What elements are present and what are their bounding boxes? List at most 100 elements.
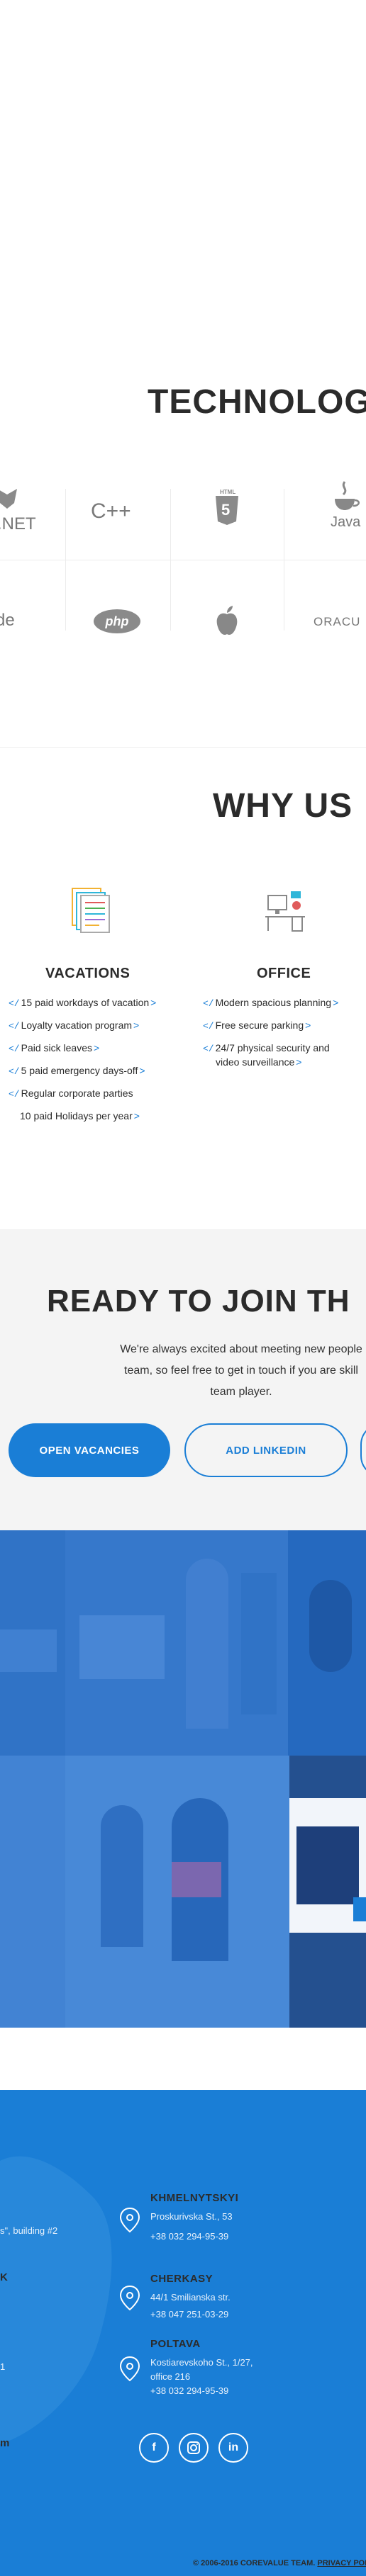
- list-item: </Modern spacious planning >: [203, 992, 338, 1015]
- list-item: </5 paid emergency days-off >: [9, 1060, 156, 1083]
- chevron-right-icon: >: [94, 1042, 100, 1053]
- location-pin-icon: [119, 2208, 140, 2233]
- partial-city: K: [0, 2271, 9, 2283]
- list-item-text: 24/7 physical security and: [215, 1042, 330, 1053]
- photo-overlay: [0, 1756, 65, 2028]
- facebook-icon[interactable]: f: [139, 2433, 169, 2463]
- vacations-title: VACATIONS: [45, 966, 131, 981]
- instagram-glyph: [187, 2441, 200, 2454]
- html5-number: 5: [221, 501, 231, 519]
- office-city: CHERKASY: [150, 2273, 214, 2285]
- oracle-logo: ORACU: [314, 615, 361, 628]
- ukraine-map-icon: [0, 2156, 112, 2444]
- partial-address: 1: [0, 2361, 6, 2372]
- office-list: </Modern spacious planning > </Free secur…: [203, 992, 338, 1068]
- join-text-line: We're always excited about meeting new p…: [120, 1343, 362, 1355]
- add-linkedin-button[interactable]: ADD LINKEDIN: [184, 1423, 348, 1477]
- code-bullet-icon: </: [9, 1021, 20, 1032]
- office-photo: [0, 1530, 65, 1756]
- list-item-text: 15 paid workdays of vacation: [21, 997, 150, 1008]
- open-vacancies-button[interactable]: OPEN VACANCIES: [9, 1423, 170, 1477]
- php-logo: php: [94, 609, 140, 633]
- office-phone[interactable]: +38 047 251-03-29: [150, 2307, 228, 2322]
- code-bullet-icon: </: [203, 998, 214, 1009]
- list-item-text: Regular corporate parties: [21, 1088, 133, 1099]
- location-pin-icon: [119, 2356, 140, 2382]
- office-phone[interactable]: +38 032 294-95-39: [150, 2383, 228, 2399]
- code-bullet-icon: </: [9, 1044, 20, 1054]
- code-logo: de: [0, 611, 15, 630]
- office-title: OFFICE: [257, 966, 311, 981]
- photo-overlay: [288, 1530, 366, 1756]
- copyright-text: © 2006-2016 COREVALUE TEAM. PRIVACY POL: [193, 2559, 366, 2567]
- java-logo: Java: [328, 479, 363, 536]
- chevron-right-icon: >: [139, 1065, 145, 1076]
- list-item-text: 5 paid emergency days-off: [21, 1065, 138, 1076]
- team-photo: [289, 1756, 366, 2028]
- copyright-label: © 2006-2016 COREVALUE TEAM.: [193, 2559, 316, 2567]
- list-item: </Regular corporate parties: [9, 1083, 156, 1105]
- list-item: </24/7 physical security and: [203, 1037, 338, 1056]
- photo-overlay: [65, 1756, 289, 2028]
- vacations-list: </15 paid workdays of vacation > </Loyalt…: [9, 992, 156, 1126]
- java-cup-icon: [335, 481, 360, 510]
- php-label: php: [105, 614, 129, 628]
- instagram-icon[interactable]: [179, 2433, 209, 2463]
- list-item: </Paid sick leaves >: [9, 1037, 156, 1060]
- list-item: 10 paid Holidays per year >: [9, 1105, 156, 1126]
- office-photo: [0, 1756, 65, 2028]
- html5-label: HTML: [220, 489, 236, 495]
- chevron-right-icon: >: [133, 1019, 140, 1031]
- partial-address: s", building #2: [0, 2225, 58, 2236]
- privacy-policy-link[interactable]: PRIVACY POL: [317, 2559, 366, 2567]
- chevron-right-icon: >: [296, 1056, 302, 1068]
- chevron-right-icon: >: [305, 1019, 311, 1031]
- office-photo: [288, 1530, 366, 1756]
- office-photo: [65, 1530, 288, 1756]
- code-bullet-icon: </: [9, 1066, 20, 1077]
- partial-city: m: [0, 2437, 10, 2449]
- list-item-text: video surveillance: [216, 1056, 295, 1068]
- code-bullet-icon: </: [203, 1044, 214, 1054]
- java-label: Java: [331, 514, 361, 530]
- chevron-right-icon: >: [333, 997, 339, 1008]
- join-title: READY TO JOIN TH: [47, 1284, 350, 1318]
- list-item-text: Free secure parking: [215, 1019, 304, 1031]
- office-address: 44/1 Smilianska str.: [150, 2292, 231, 2303]
- office-desk-icon: [265, 891, 305, 932]
- dotnet-logo: .NET: [0, 489, 36, 538]
- why-us-title: WHY US: [213, 787, 353, 825]
- join-text-line: team player.: [210, 1386, 272, 1398]
- office-city: KHMELNYTSKYI: [150, 2192, 239, 2204]
- list-item: </15 paid workdays of vacation >: [9, 992, 156, 1015]
- html5-logo: HTML 5: [213, 489, 241, 529]
- location-pin-icon: [119, 2286, 140, 2311]
- list-item-text: Modern spacious planning: [215, 997, 332, 1008]
- team-photo: [65, 1756, 289, 2028]
- cpp-logo: C++: [91, 499, 131, 523]
- calendar-icon: [72, 888, 110, 933]
- page: TECHNOLOG .NET C++ HTML 5 Java de php OR…: [0, 0, 366, 2576]
- chevron-right-icon: >: [133, 1110, 140, 1122]
- photo-detail: [296, 1826, 359, 1904]
- list-item: video surveillance >: [203, 1056, 338, 1068]
- join-text-line: team, so feel free to get in touch if yo…: [124, 1365, 358, 1377]
- dotnet-label: .NET: [0, 514, 36, 533]
- office-phone[interactable]: +38 032 294-95-39: [150, 2229, 228, 2244]
- list-item-text: 10 paid Holidays per year: [20, 1110, 133, 1122]
- office-city: POLTAVA: [150, 2338, 201, 2350]
- photo-overlay: [0, 1530, 65, 1756]
- list-item: </Free secure parking >: [203, 1015, 338, 1037]
- office-address: office 216: [150, 2371, 191, 2382]
- apple-logo-icon: [216, 606, 238, 635]
- list-item-text: Loyalty vacation program: [21, 1019, 133, 1031]
- code-bullet-icon: </: [203, 1021, 214, 1032]
- chevron-right-icon: >: [150, 997, 157, 1008]
- list-item-text: Paid sick leaves: [21, 1042, 92, 1053]
- office-address: Kostiarevskoho St., 1/27,: [150, 2357, 253, 2368]
- list-item: </Loyalty vacation program >: [9, 1015, 156, 1037]
- code-bullet-icon: </: [9, 1089, 20, 1100]
- linkedin-icon[interactable]: in: [218, 2433, 248, 2463]
- technologies-title: TECHNOLOG: [148, 383, 366, 421]
- office-address: Proskurivska St., 53: [150, 2211, 233, 2222]
